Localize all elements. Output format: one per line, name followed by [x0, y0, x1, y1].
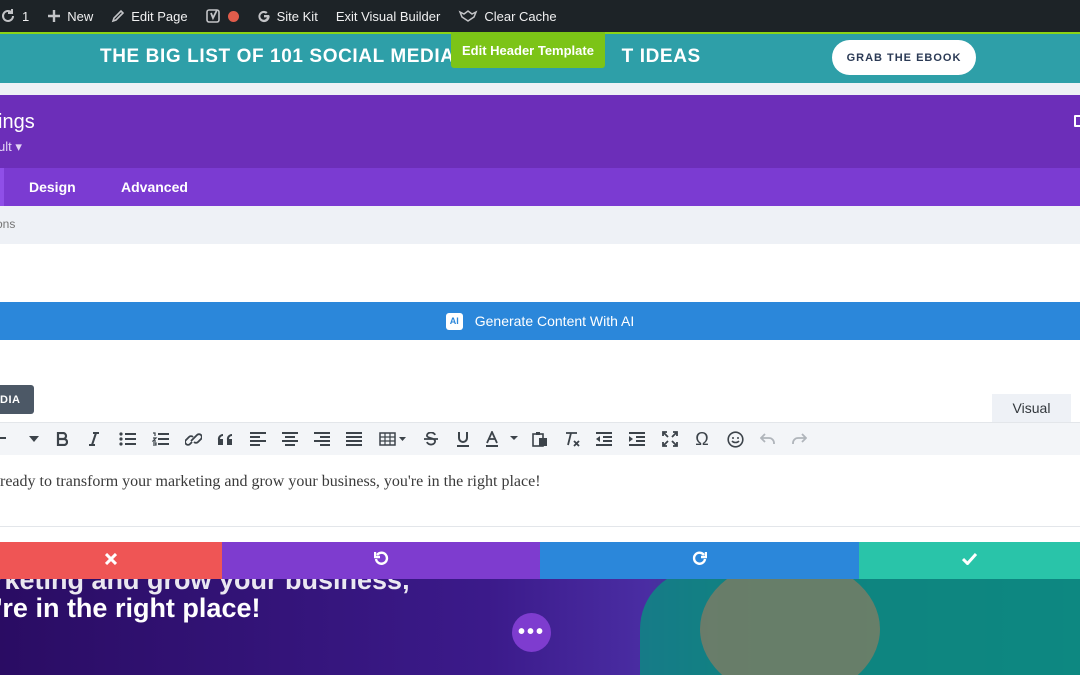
exit-visual-builder-link[interactable]: Exit Visual Builder [327, 0, 450, 32]
new-menu[interactable]: New [38, 0, 102, 32]
edit-header-template-button[interactable]: Edit Header Template [451, 32, 605, 68]
hero-preview: rketing and grow your business, 're in t… [0, 579, 1080, 675]
indent-icon[interactable] [628, 429, 646, 449]
builder-more-button[interactable]: ••• [512, 613, 551, 652]
add-media-button[interactable]: DIA [0, 385, 34, 414]
edit-page-link[interactable]: Edit Page [102, 0, 196, 32]
header-divider [0, 83, 1080, 95]
editor-redo-icon[interactable] [790, 429, 808, 449]
visual-editor-tab[interactable]: Visual [992, 394, 1071, 422]
site-kit-label: Site Kit [276, 8, 318, 24]
editor-toolbar: Ω [0, 422, 1080, 455]
grab-ebook-button[interactable]: GRAB THE EBOOK [832, 40, 976, 75]
clear-formatting-icon[interactable] [563, 429, 581, 449]
emoji-icon[interactable] [726, 429, 744, 449]
modal-action-bar [0, 542, 1080, 579]
bold-icon[interactable] [54, 429, 70, 449]
editor-text: ready to transform your marketing and gr… [0, 473, 541, 490]
undo-icon [373, 551, 389, 571]
wp-admin-bar: 1 New Edit Page Site Kit Exit Visual Bui… [0, 0, 1080, 32]
status-dot-icon [227, 10, 239, 22]
options-search-input[interactable] [0, 217, 396, 231]
bullet-list-icon[interactable] [118, 429, 136, 449]
redo-icon [692, 551, 708, 571]
cache-icon [458, 9, 478, 23]
link-icon[interactable] [184, 429, 202, 449]
redo-button[interactable] [540, 542, 859, 579]
modal-title: ings [0, 111, 35, 133]
format-select-stub[interactable] [0, 429, 6, 449]
updates-count: 1 [22, 8, 30, 24]
new-label: New [67, 8, 94, 24]
exit-builder-label: Exit Visual Builder [335, 8, 441, 24]
format-dropdown-icon[interactable] [28, 429, 40, 449]
google-icon [257, 9, 271, 23]
settings-modal-header: ings ult ▾ [0, 95, 1080, 168]
discard-button[interactable] [0, 542, 222, 579]
tab-advanced[interactable]: Advanced [121, 179, 188, 195]
tab-design[interactable]: Design [29, 179, 76, 195]
yoast-icon [205, 8, 222, 24]
ai-badge-icon: AI [445, 312, 463, 330]
site-kit-menu[interactable]: Site Kit [248, 0, 327, 32]
promo-text: THE BIG LIST OF 101 SOCIAL MEDIA [100, 46, 454, 67]
align-right-icon[interactable] [313, 429, 331, 449]
strikethrough-icon[interactable] [422, 429, 440, 449]
generate-ai-button[interactable]: AI Generate Content With AI [0, 302, 1080, 340]
undo-button[interactable] [222, 542, 540, 579]
yoast-menu[interactable] [197, 0, 248, 32]
hero-heading-line2: 're in the right place! [0, 593, 261, 623]
italic-icon[interactable] [86, 429, 102, 449]
clear-cache-label: Clear Cache [484, 8, 557, 24]
check-icon [961, 552, 978, 570]
underline-icon[interactable] [454, 429, 472, 449]
hero-person-skin [700, 579, 880, 675]
generate-ai-label: Generate Content With AI [474, 313, 635, 329]
blockquote-icon[interactable] [216, 429, 234, 449]
plus-icon [47, 9, 61, 23]
tab-content-active[interactable] [0, 168, 4, 206]
align-center-icon[interactable] [281, 429, 299, 449]
fullscreen-icon[interactable] [661, 429, 679, 449]
expand-modal-icon[interactable] [1074, 115, 1080, 127]
promo-heading: THE BIG LIST OF 101 SOCIAL MEDIA T IDEAS [100, 46, 701, 68]
special-character-icon[interactable]: Ω [693, 429, 711, 449]
justify-icon[interactable] [345, 429, 363, 449]
preset-selector[interactable]: ult ▾ [0, 139, 22, 155]
table-icon[interactable] [378, 429, 408, 449]
align-left-icon[interactable] [249, 429, 267, 449]
paste-text-icon[interactable] [531, 429, 549, 449]
clear-cache-link[interactable]: Clear Cache [449, 0, 565, 32]
options-search-row [0, 206, 1080, 244]
save-button[interactable] [859, 542, 1080, 579]
pencil-icon [111, 9, 125, 23]
numbered-list-icon[interactable] [151, 429, 169, 449]
promo-text-tail: T IDEAS [621, 46, 701, 67]
edit-page-label: Edit Page [131, 8, 188, 24]
text-color-icon[interactable] [484, 429, 520, 449]
modal-tabs: Design Advanced [0, 168, 1080, 206]
editor-undo-icon[interactable] [758, 429, 776, 449]
outdent-icon[interactable] [595, 429, 613, 449]
updates-icon [0, 8, 16, 24]
updates-menu[interactable]: 1 [0, 0, 38, 32]
editor-content-area[interactable]: ready to transform your marketing and gr… [0, 455, 1080, 527]
close-icon [104, 552, 118, 570]
